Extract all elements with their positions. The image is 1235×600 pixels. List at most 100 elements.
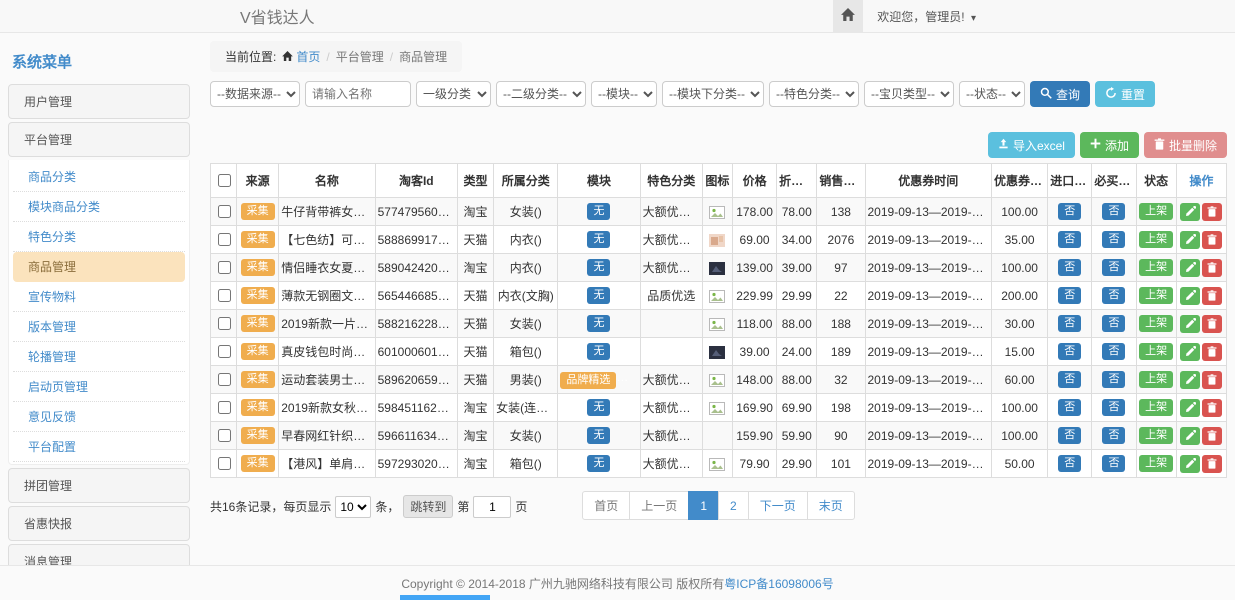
status-badge[interactable]: 上架 bbox=[1139, 399, 1173, 416]
import-select-badge[interactable]: 否 bbox=[1058, 455, 1081, 472]
import-select-badge[interactable]: 否 bbox=[1058, 315, 1081, 332]
sidebar-item-版本管理[interactable]: 版本管理 bbox=[13, 312, 185, 342]
must-buy-badge[interactable]: 否 bbox=[1102, 287, 1125, 304]
page-button-1[interactable]: 1 bbox=[688, 491, 719, 520]
status-badge[interactable]: 上架 bbox=[1139, 231, 1173, 248]
horizontal-scrollbar-thumb[interactable] bbox=[400, 595, 490, 600]
delete-button[interactable] bbox=[1202, 259, 1222, 277]
status-badge[interactable]: 上架 bbox=[1139, 343, 1173, 360]
sidebar-item-省惠快报[interactable]: 省惠快报 bbox=[8, 506, 190, 541]
delete-button[interactable] bbox=[1202, 315, 1222, 333]
row-checkbox[interactable] bbox=[218, 317, 231, 330]
delete-button[interactable] bbox=[1202, 287, 1222, 305]
sidebar-item-宣传物料[interactable]: 宣传物料 bbox=[13, 282, 185, 312]
status-badge[interactable]: 上架 bbox=[1139, 427, 1173, 444]
sidebar-item-商品管理[interactable]: 商品管理 bbox=[13, 252, 185, 282]
delete-button[interactable] bbox=[1202, 343, 1222, 361]
edit-button[interactable] bbox=[1180, 231, 1200, 249]
import-select-badge[interactable]: 否 bbox=[1058, 427, 1081, 444]
edit-button[interactable] bbox=[1180, 287, 1200, 305]
sidebar-item-平台管理[interactable]: 平台管理 bbox=[8, 122, 190, 157]
must-buy-badge[interactable]: 否 bbox=[1102, 427, 1125, 444]
status-badge[interactable]: 上架 bbox=[1139, 287, 1173, 304]
name-search-input[interactable] bbox=[305, 81, 411, 107]
filter-select[interactable]: 一级分类 bbox=[416, 81, 491, 107]
row-checkbox[interactable] bbox=[218, 233, 231, 246]
must-buy-badge[interactable]: 否 bbox=[1102, 259, 1125, 276]
must-buy-badge[interactable]: 否 bbox=[1102, 343, 1125, 360]
search-button[interactable]: 查询 bbox=[1030, 81, 1090, 107]
sidebar-item-意见反馈[interactable]: 意见反馈 bbox=[13, 402, 185, 432]
home-button[interactable] bbox=[833, 0, 863, 33]
sidebar-item-平台配置[interactable]: 平台配置 bbox=[13, 432, 185, 462]
icp-link[interactable]: 粤ICP备16098006号 bbox=[724, 575, 833, 592]
sidebar-item-轮播管理[interactable]: 轮播管理 bbox=[13, 342, 185, 372]
import-select-badge[interactable]: 否 bbox=[1058, 287, 1081, 304]
page-button-2[interactable]: 2 bbox=[718, 491, 749, 520]
page-button-首页[interactable]: 首页 bbox=[582, 491, 630, 520]
must-buy-badge[interactable]: 否 bbox=[1102, 371, 1125, 388]
filter-select[interactable]: --模块下分类-- bbox=[662, 81, 764, 107]
edit-button[interactable] bbox=[1180, 399, 1200, 417]
import-select-badge[interactable]: 否 bbox=[1058, 343, 1081, 360]
status-badge[interactable]: 上架 bbox=[1139, 315, 1173, 332]
sidebar-item-用户管理[interactable]: 用户管理 bbox=[8, 84, 190, 119]
page-button-上一页[interactable]: 上一页 bbox=[629, 491, 689, 520]
row-checkbox[interactable] bbox=[218, 429, 231, 442]
sidebar-item-商品分类[interactable]: 商品分类 bbox=[13, 162, 185, 192]
edit-button[interactable] bbox=[1180, 315, 1200, 333]
delete-button[interactable] bbox=[1202, 399, 1222, 417]
import-excel-button[interactable]: 导入excel bbox=[988, 132, 1075, 158]
edit-button[interactable] bbox=[1180, 343, 1200, 361]
status-badge[interactable]: 上架 bbox=[1139, 203, 1173, 220]
reset-button[interactable]: 重置 bbox=[1095, 81, 1155, 107]
delete-button[interactable] bbox=[1202, 231, 1222, 249]
delete-button[interactable] bbox=[1202, 371, 1222, 389]
row-checkbox[interactable] bbox=[218, 289, 231, 302]
filter-select[interactable]: --特色分类-- bbox=[769, 81, 859, 107]
edit-button[interactable] bbox=[1180, 427, 1200, 445]
must-buy-badge[interactable]: 否 bbox=[1102, 231, 1125, 248]
filter-select[interactable]: --二级分类-- bbox=[496, 81, 586, 107]
must-buy-badge[interactable]: 否 bbox=[1102, 399, 1125, 416]
row-checkbox[interactable] bbox=[218, 401, 231, 414]
row-checkbox[interactable] bbox=[218, 373, 231, 386]
row-checkbox[interactable] bbox=[218, 345, 231, 358]
per-page-select[interactable]: 10 bbox=[335, 496, 371, 518]
user-menu[interactable]: 欢迎您，管理员! ▾ bbox=[863, 8, 990, 25]
import-select-badge[interactable]: 否 bbox=[1058, 259, 1081, 276]
page-number-input[interactable] bbox=[473, 496, 511, 518]
import-select-badge[interactable]: 否 bbox=[1058, 231, 1081, 248]
sidebar-item-模块商品分类[interactable]: 模块商品分类 bbox=[13, 192, 185, 222]
edit-button[interactable] bbox=[1180, 203, 1200, 221]
batch-delete-button[interactable]: 批量删除 bbox=[1144, 132, 1227, 158]
import-select-badge[interactable]: 否 bbox=[1058, 371, 1081, 388]
row-checkbox[interactable] bbox=[218, 205, 231, 218]
must-buy-badge[interactable]: 否 bbox=[1102, 203, 1125, 220]
import-select-badge[interactable]: 否 bbox=[1058, 399, 1081, 416]
breadcrumb-home-link[interactable]: 首页 bbox=[282, 48, 320, 65]
status-badge[interactable]: 上架 bbox=[1139, 455, 1173, 472]
edit-button[interactable] bbox=[1180, 455, 1200, 473]
filter-select[interactable]: --状态-- bbox=[959, 81, 1025, 107]
filter-select[interactable]: --模块-- bbox=[591, 81, 657, 107]
row-checkbox[interactable] bbox=[218, 457, 231, 470]
edit-button[interactable] bbox=[1180, 259, 1200, 277]
delete-button[interactable] bbox=[1202, 203, 1222, 221]
filter-select[interactable]: --数据来源-- bbox=[210, 81, 300, 107]
status-badge[interactable]: 上架 bbox=[1139, 371, 1173, 388]
page-button-下一页[interactable]: 下一页 bbox=[748, 491, 808, 520]
import-select-badge[interactable]: 否 bbox=[1058, 203, 1081, 220]
filter-select[interactable]: --宝贝类型-- bbox=[864, 81, 954, 107]
sidebar-item-拼团管理[interactable]: 拼团管理 bbox=[8, 468, 190, 503]
select-all-checkbox[interactable] bbox=[218, 174, 231, 187]
edit-button[interactable] bbox=[1180, 371, 1200, 389]
delete-button[interactable] bbox=[1202, 455, 1222, 473]
sidebar-item-启动页管理[interactable]: 启动页管理 bbox=[13, 372, 185, 402]
delete-button[interactable] bbox=[1202, 427, 1222, 445]
status-badge[interactable]: 上架 bbox=[1139, 259, 1173, 276]
row-checkbox[interactable] bbox=[218, 261, 231, 274]
must-buy-badge[interactable]: 否 bbox=[1102, 455, 1125, 472]
page-button-末页[interactable]: 末页 bbox=[807, 491, 855, 520]
add-button[interactable]: 添加 bbox=[1080, 132, 1139, 158]
